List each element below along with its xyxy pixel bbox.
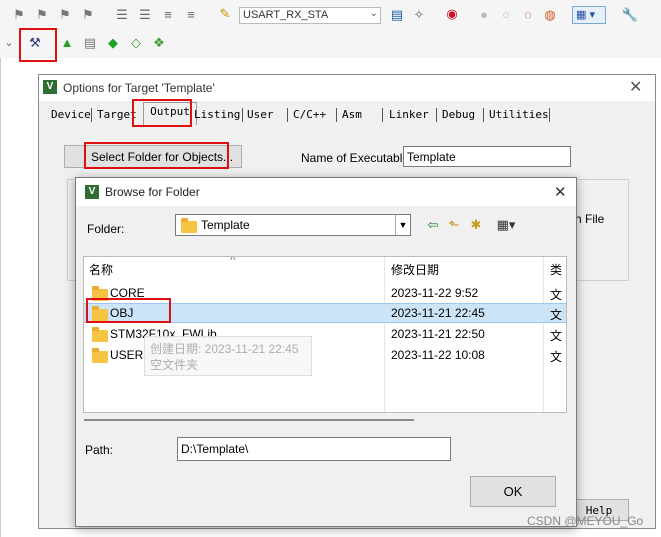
breakpoints-all-icon[interactable]: ◍ xyxy=(541,6,559,24)
tab-divider xyxy=(382,108,383,122)
watermark: CSDN @MEYOU_Go xyxy=(527,514,644,528)
chevron-down-icon: ▼ xyxy=(395,215,410,235)
tab-divider xyxy=(483,108,484,122)
exe-label: Name of Executable: xyxy=(301,151,413,165)
ok-button[interactable]: OK xyxy=(470,476,556,507)
folder-icon xyxy=(92,327,108,342)
folder-icon xyxy=(92,348,108,363)
tab-debug[interactable]: Debug xyxy=(440,106,477,124)
back-arrow-icon[interactable]: ⇦ xyxy=(424,216,442,234)
highlight-magic-wand xyxy=(19,28,57,62)
browse-dialog-title: Browse for Folder xyxy=(105,185,200,199)
browse-dialog-titlebar: V Browse for Folder ✕ xyxy=(76,178,576,206)
tab-divider xyxy=(287,108,288,122)
uncomment-icon[interactable]: ≡ xyxy=(182,6,200,24)
sort-arrow-icon: ^ xyxy=(230,256,236,267)
tab-divider xyxy=(242,108,243,122)
column-header-type[interactable]: 类 xyxy=(550,261,562,278)
close-icon[interactable]: ✕ xyxy=(554,183,567,201)
window-layout-icon[interactable]: ▦ ▾ xyxy=(572,6,606,24)
indent-icon[interactable]: ☰ xyxy=(113,6,131,24)
browse-folder-dialog: V Browse for Folder ✕ Folder: Template ▼… xyxy=(75,177,577,527)
find-in-files-icon[interactable]: ▤ xyxy=(388,6,406,24)
magnify-icon[interactable]: ◉ xyxy=(443,5,461,23)
folder-list: 名称 ^ 修改日期 类 CORE 2023-11-22 9:52 文 OBJ 2… xyxy=(83,256,567,413)
tab-divider xyxy=(549,108,550,122)
exe-name-input[interactable]: Template xyxy=(403,146,571,167)
tab-linker[interactable]: Linker xyxy=(387,106,431,124)
toolbar-row-2: ⌄ ⚒ ▲ ▤ ◆ ◇ ❖ xyxy=(0,30,661,58)
tab-utilities[interactable]: Utilities xyxy=(487,106,551,124)
folder-icon xyxy=(181,218,197,233)
kill-breakpoints-icon[interactable]: ◌ xyxy=(519,6,537,24)
bookmark-icon[interactable]: ⚑ xyxy=(10,6,28,24)
folder-label: Folder: xyxy=(87,222,125,236)
item-type: 文 xyxy=(550,308,563,322)
item-date: 2023-11-21 22:50 xyxy=(391,327,485,341)
tab-listing[interactable]: Listing xyxy=(192,106,242,124)
folder-combo[interactable]: Template ▼ xyxy=(175,214,411,236)
item-date: 2023-11-21 22:45 xyxy=(391,306,485,320)
load-icon[interactable]: ▲ xyxy=(58,34,76,52)
column-header-date[interactable]: 修改日期 xyxy=(391,261,439,278)
breakpoint-icon[interactable]: ● xyxy=(475,6,493,24)
column-header-name[interactable]: 名称 xyxy=(89,261,113,278)
item-date: 2023-11-22 9:52 xyxy=(391,286,479,300)
unindent-icon[interactable]: ☰ xyxy=(136,6,154,24)
tab-divider xyxy=(336,108,337,122)
toolbar-row-1: ⚑ ⚑ ⚑ ⚑ ☰ ☰ ≡ ≡ ✎ USART_RX_STA ⌄ ▤ ✧ ◉ ●… xyxy=(0,0,661,30)
editor-gutter xyxy=(0,58,1,537)
options-dialog-title: Options for Target 'Template' xyxy=(63,81,215,95)
target-select-value: USART_RX_STA xyxy=(243,9,329,21)
keil-logo-icon: V xyxy=(85,185,99,199)
pack-installer-icon[interactable]: ◆ xyxy=(104,34,122,52)
item-type: 文 xyxy=(550,329,563,343)
up-folder-icon[interactable]: ⬑ xyxy=(445,216,463,234)
run-time-env-icon[interactable]: ❖ xyxy=(150,34,168,52)
highlight-select-folder xyxy=(84,142,229,169)
tab-user[interactable]: User xyxy=(245,106,276,124)
new-folder-icon[interactable]: ✱ xyxy=(467,216,485,234)
highlight-output-tab xyxy=(132,99,192,127)
view-menu-icon[interactable]: ▦▾ xyxy=(491,216,521,234)
configure-icon[interactable]: 🔧 xyxy=(621,6,639,24)
item-date: 2023-11-22 10:08 xyxy=(391,348,485,362)
item-type: 文 xyxy=(550,350,563,364)
folder-combo-value: Template xyxy=(201,218,250,232)
comment-icon[interactable]: ≡ xyxy=(159,6,177,24)
highlight-obj-row xyxy=(86,298,171,323)
open-file-icon[interactable]: ✎ xyxy=(216,5,234,23)
options-dialog-titlebar: V Options for Target 'Template' ✕ xyxy=(39,75,655,101)
debug-icon[interactable]: ✧ xyxy=(410,6,428,24)
tooltip-created: 创建日期: 2023-11-21 22:45 xyxy=(150,342,299,356)
tooltip-empty-folder: 空文件夹 xyxy=(150,358,199,372)
list-header: 名称 ^ 修改日期 类 xyxy=(84,257,566,281)
tab-cpp[interactable]: C/C++ xyxy=(291,106,328,124)
chevron-down-icon[interactable]: ⌄ xyxy=(0,34,18,52)
bookmark-next-icon[interactable]: ⚑ xyxy=(56,6,74,24)
target-select[interactable]: USART_RX_STA ⌄ xyxy=(239,7,381,24)
horizontal-scrollbar[interactable] xyxy=(84,419,414,421)
select-software-packs-icon[interactable]: ◇ xyxy=(127,34,145,52)
tab-asm[interactable]: Asm xyxy=(340,106,364,124)
bookmark-clear-icon[interactable]: ⚑ xyxy=(79,6,97,24)
tab-divider xyxy=(91,108,92,122)
tab-device[interactable]: Device xyxy=(49,106,93,124)
close-icon[interactable]: ✕ xyxy=(629,77,642,97)
bookmark-prev-icon[interactable]: ⚑ xyxy=(33,6,51,24)
keil-logo-icon: V xyxy=(43,80,57,94)
item-name: USER xyxy=(110,348,144,362)
tab-divider xyxy=(436,108,437,122)
tooltip: 创建日期: 2023-11-21 22:45 空文件夹 xyxy=(144,336,312,376)
chevron-down-icon: ⌄ xyxy=(369,8,378,19)
manage-components-icon[interactable]: ▤ xyxy=(81,34,99,52)
path-input[interactable]: D:\Template\ xyxy=(177,437,451,461)
item-type: 文 xyxy=(550,288,563,302)
breakpoint-disabled-icon[interactable]: ○ xyxy=(497,6,515,24)
path-label: Path: xyxy=(85,443,114,457)
